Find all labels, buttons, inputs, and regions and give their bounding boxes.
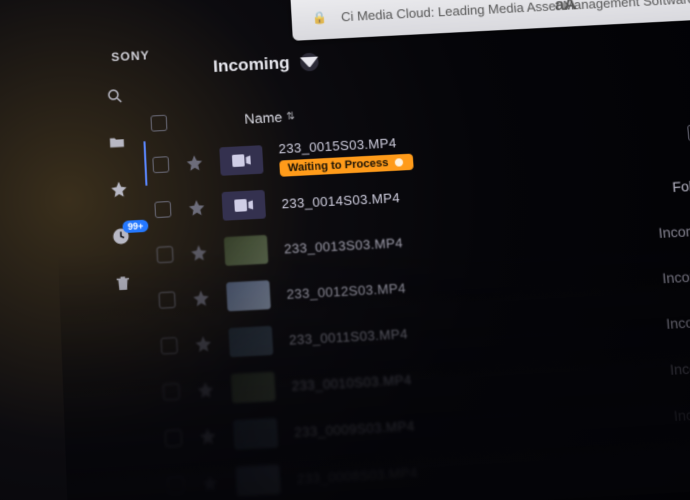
star-icon[interactable] <box>194 334 214 354</box>
thumbnail <box>233 418 278 450</box>
star-icon[interactable] <box>185 153 204 172</box>
page-title: Ci Media Cloud: Leading Media Asset Mana… <box>341 0 690 24</box>
row-checkbox[interactable] <box>163 383 180 401</box>
file-location: Incoming <box>669 358 690 378</box>
row-checkbox[interactable] <box>152 156 169 173</box>
file-name: 233_0009S03.MP4 <box>294 417 415 439</box>
trash-icon[interactable] <box>112 273 133 295</box>
star-icon[interactable] <box>198 426 218 446</box>
star-icon[interactable] <box>196 380 216 400</box>
row-checkbox[interactable] <box>158 291 175 308</box>
row-checkbox[interactable] <box>167 476 184 494</box>
sidebar: 99+ <box>100 85 138 294</box>
lock-icon: 🔒 <box>311 10 327 25</box>
file-location: Incoming <box>673 404 690 424</box>
brand-logo: SONY <box>111 48 150 64</box>
reader-text-size-button[interactable]: aA <box>554 0 576 15</box>
search-icon[interactable] <box>104 86 125 107</box>
row-checkbox[interactable] <box>165 429 182 447</box>
chevron-down-icon[interactable] <box>299 53 318 72</box>
thumbnail <box>226 280 271 311</box>
notification-badge: 99+ <box>122 220 148 234</box>
thumbnail <box>219 145 263 176</box>
star-icon[interactable] <box>187 198 206 217</box>
file-name: 233_0012S03.MP4 <box>286 280 406 302</box>
status-badge: Waiting to Process <box>279 153 413 176</box>
select-all-checkbox[interactable] <box>150 115 167 132</box>
file-location: Incoming <box>662 267 690 287</box>
file-location: Incoming <box>658 222 690 241</box>
star-icon[interactable] <box>191 288 210 308</box>
thumbnail <box>222 190 266 221</box>
row-checkbox[interactable] <box>154 201 171 218</box>
row-checkbox[interactable] <box>156 246 173 263</box>
file-name: 233_0015S03.MP4 <box>278 134 412 156</box>
file-name: 233_0008S03.MP4 <box>296 464 418 486</box>
thumbnail <box>228 326 273 357</box>
star-icon[interactable] <box>189 243 208 262</box>
breadcrumb-current: Incoming <box>213 53 291 77</box>
folder-icon[interactable] <box>106 132 127 153</box>
file-name: 233_0010S03.MP4 <box>291 371 412 393</box>
star-icon[interactable] <box>200 473 220 493</box>
status-dot-icon <box>394 158 403 167</box>
thumbnail <box>235 464 280 496</box>
star-icon[interactable] <box>108 179 129 200</box>
row-checkbox[interactable] <box>161 337 178 355</box>
sort-icon: ⇅ <box>286 111 295 123</box>
file-name: 233_0011S03.MP4 <box>289 325 409 347</box>
breadcrumb[interactable]: Incoming <box>213 52 319 77</box>
thumbnail <box>224 235 269 266</box>
file-name: 233_0014S03.MP4 <box>281 189 400 211</box>
browser-address-bar: 🔒 Ci Media Cloud: Leading Media Asset Ma… <box>290 0 690 41</box>
selection-indicator <box>143 141 147 186</box>
file-list: Name ⇅ 233_0015S03.MP4 Waiting to Proces… <box>150 77 690 500</box>
thumbnail <box>231 372 276 404</box>
file-name: 233_0013S03.MP4 <box>284 234 404 256</box>
column-header-name[interactable]: Name ⇅ <box>244 108 295 127</box>
column-header-folder[interactable]: Folder <box>654 177 690 196</box>
file-location: Incoming <box>665 312 690 332</box>
